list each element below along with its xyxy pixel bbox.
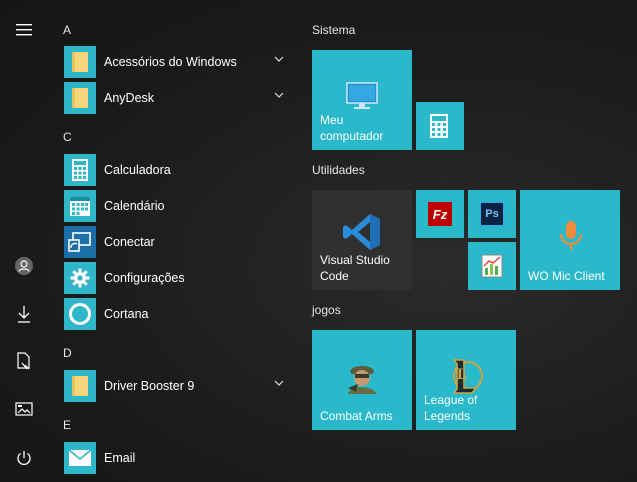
tile-label: Visual Studio Code: [320, 253, 390, 283]
photoshop-icon: Ps: [480, 202, 504, 226]
app-label: Driver Booster 9: [104, 379, 195, 393]
group-title-utilidades[interactable]: Utilidades: [312, 163, 365, 177]
monitor-icon: [346, 82, 378, 110]
folder-icon: [64, 82, 96, 114]
tile-league-of-legends[interactable]: L League of Legends: [416, 330, 516, 430]
calculator-icon: [64, 154, 96, 186]
tile-label: Meu computador: [320, 113, 384, 143]
user-account-button[interactable]: [0, 246, 48, 286]
app-label: Conectar: [104, 235, 155, 249]
app-configuracoes[interactable]: Configurações: [64, 261, 292, 295]
app-label: Acessórios do Windows: [104, 55, 237, 69]
chevron-down-icon: [274, 92, 284, 98]
microphone-icon: [558, 220, 584, 252]
user-account-icon: [15, 257, 33, 275]
calculator-icon: [429, 113, 449, 139]
tile-chart-app[interactable]: [468, 242, 516, 290]
app-label: Calculadora: [104, 163, 171, 177]
pictures-icon: [15, 402, 33, 416]
tile-label: Combat Arms: [320, 409, 393, 423]
hamburger-menu-icon: [16, 24, 32, 36]
documents-icon: [17, 352, 30, 370]
tile-visual-studio-code[interactable]: Visual Studio Code: [312, 190, 412, 290]
folder-icon: [64, 46, 96, 78]
power-button[interactable]: [0, 438, 48, 478]
tile-photoshop[interactable]: Ps: [468, 190, 516, 238]
tile-filezilla[interactable]: Fz: [416, 190, 464, 238]
app-label: Email: [104, 451, 136, 465]
app-label: Configurações: [104, 271, 185, 285]
filezilla-icon: Fz: [428, 202, 452, 226]
app-calculadora[interactable]: Calculadora: [64, 153, 292, 187]
pictures-button[interactable]: [0, 389, 48, 429]
league-of-legends-icon: L: [448, 356, 484, 396]
group-title-jogos[interactable]: jogos: [312, 303, 341, 317]
settings-gear-icon: [64, 262, 96, 294]
chevron-down-icon: [274, 56, 284, 62]
tile-label: League of Legends: [424, 393, 478, 423]
app-anydesk[interactable]: AnyDesk: [64, 81, 292, 115]
cortana-icon: [64, 298, 96, 330]
tile-label: WO Mic Client: [528, 269, 605, 283]
tile-meu-computador[interactable]: Meu computador: [312, 50, 412, 150]
app-email[interactable]: Email: [64, 441, 292, 475]
soldier-icon: [344, 358, 380, 394]
downloads-icon: [18, 306, 30, 323]
app-label: Calendário: [104, 199, 165, 213]
section-letter-c[interactable]: C: [63, 127, 72, 147]
tile-calculadora[interactable]: [416, 102, 464, 150]
vscode-icon: [342, 212, 382, 252]
hamburger-menu-button[interactable]: [0, 10, 48, 50]
folder-icon: [64, 370, 96, 402]
power-icon: [17, 451, 31, 465]
tile-combat-arms[interactable]: Combat Arms: [312, 330, 412, 430]
chevron-down-icon: [274, 380, 284, 386]
start-rail: [0, 0, 48, 482]
app-list: A Acessórios do Windows AnyDesk C Calcul…: [48, 0, 296, 482]
section-letter-d[interactable]: D: [63, 343, 72, 363]
downloads-button[interactable]: [0, 294, 48, 334]
app-driver-booster-9[interactable]: Driver Booster 9: [64, 369, 292, 403]
tile-wo-mic-client[interactable]: WO Mic Client: [520, 190, 620, 290]
app-calendario[interactable]: Calendário: [64, 189, 292, 223]
section-letter-a[interactable]: A: [63, 20, 71, 40]
section-letter-e[interactable]: E: [63, 415, 71, 435]
documents-button[interactable]: [0, 341, 48, 381]
calendar-icon: [64, 190, 96, 222]
app-label: Cortana: [104, 307, 149, 321]
group-title-sistema[interactable]: Sistema: [312, 23, 355, 37]
chart-app-icon: [481, 254, 503, 278]
app-cortana[interactable]: Cortana: [64, 297, 292, 331]
mail-icon: [64, 442, 96, 474]
start-menu: A Acessórios do Windows AnyDesk C Calcul…: [0, 0, 637, 482]
app-label: AnyDesk: [104, 91, 155, 105]
connect-icon: [64, 226, 96, 258]
app-conectar[interactable]: Conectar: [64, 225, 292, 259]
app-acessorios-do-windows[interactable]: Acessórios do Windows: [64, 45, 292, 79]
